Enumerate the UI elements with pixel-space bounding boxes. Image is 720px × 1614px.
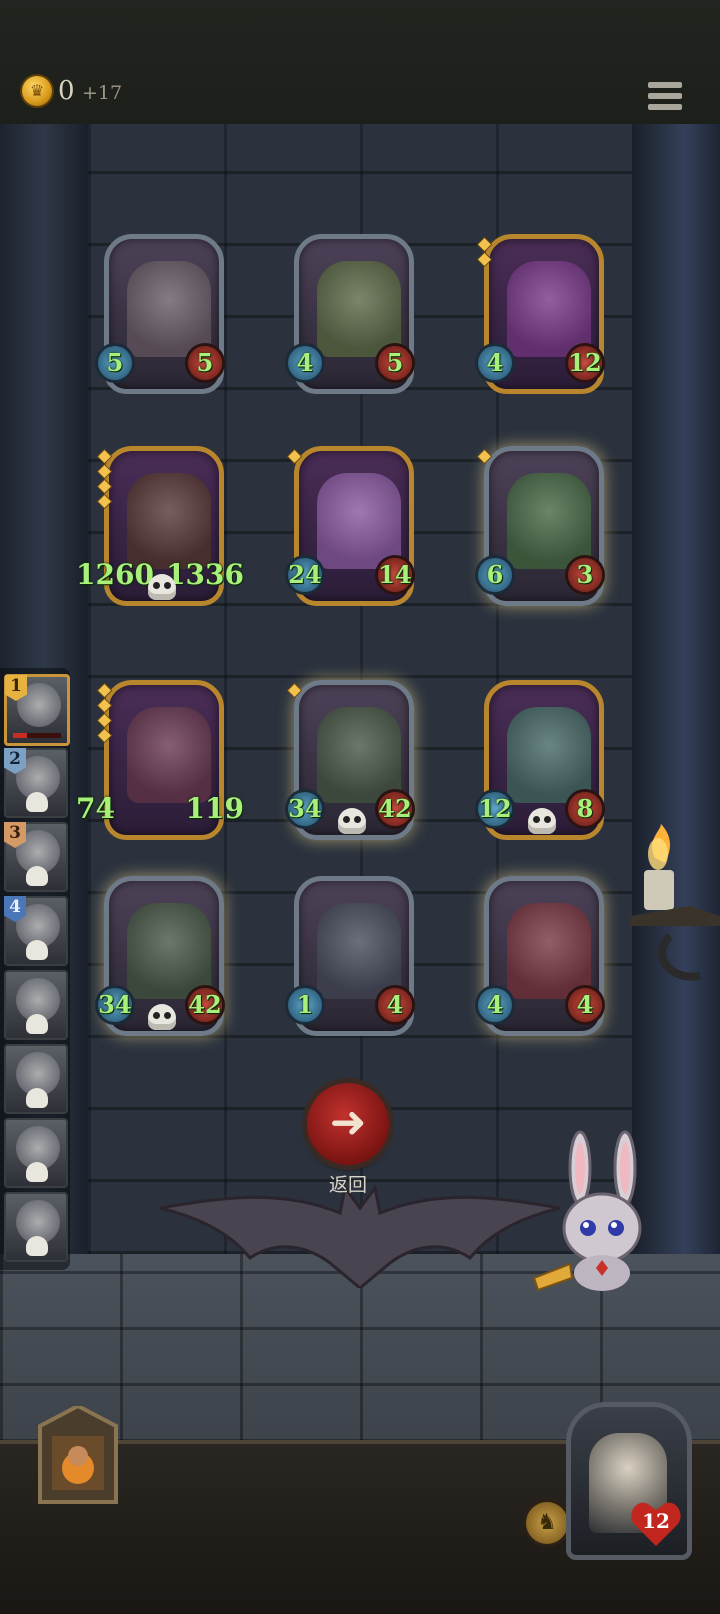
eliminated-skull-icon — [26, 1162, 48, 1182]
minion-card-elf-sorceress[interactable]: 4 12 — [478, 234, 604, 394]
eliminated-skull-icon — [26, 1014, 48, 1034]
gold-gain: +17 — [82, 82, 123, 104]
right-pillar — [632, 124, 720, 1254]
ranking-item[interactable]: 4 — [4, 896, 68, 966]
card-attack: 1260 — [76, 558, 154, 591]
jester-clown-portrait-icon — [507, 903, 591, 999]
tier-gems-icon — [288, 684, 301, 701]
player-ranking-panel: 1234 — [0, 668, 70, 1270]
tier-gems-icon — [288, 450, 301, 467]
left-arrow-icon: ➜ — [329, 1097, 367, 1148]
sleeping-doll-portrait-icon — [317, 473, 401, 569]
card-health: 14 — [378, 558, 412, 592]
back-button[interactable]: ➜ — [307, 1083, 389, 1165]
elf-sorceress-portrait-icon — [507, 261, 591, 357]
card-health: 4 — [568, 988, 602, 1022]
ranking-item[interactable]: 3 — [4, 822, 68, 892]
eliminated-skull-icon — [26, 792, 48, 812]
minion-card-jester-clown[interactable]: 44 — [478, 876, 604, 1036]
eliminated-skull-icon — [26, 866, 48, 886]
iron-helm-brute-2-portrait-icon — [127, 903, 211, 999]
tier-gems-icon — [98, 684, 111, 746]
eliminated-skull-icon — [26, 1088, 48, 1108]
minion-card-green-parrot[interactable]: 63 — [478, 446, 604, 606]
ranking-item[interactable] — [4, 1118, 68, 1188]
minion-card-flame-boar[interactable]: 1260 1336 — [76, 446, 244, 606]
eliminated-skull-icon — [26, 940, 48, 960]
turnip-ghoul-portrait-icon — [317, 261, 401, 357]
card-attack: 4 — [288, 346, 322, 380]
ranking-item[interactable]: 1 — [4, 674, 70, 746]
card-health: 1336 — [166, 558, 244, 591]
card-health: 5 — [188, 346, 222, 380]
crown-coin-icon: ♛ — [22, 76, 52, 106]
tier-gems-icon — [478, 450, 491, 467]
card-health: 42 — [378, 792, 412, 826]
card-health: 8 — [568, 792, 602, 826]
card-attack: 34 — [288, 792, 322, 826]
card-health: 119 — [185, 792, 244, 825]
skull-icon — [148, 574, 176, 600]
card-attack: 6 — [478, 558, 512, 592]
ranking-item[interactable] — [4, 970, 68, 1040]
minion-card-sleeping-doll[interactable]: 24 14 — [288, 446, 414, 606]
card-attack: 5 — [98, 346, 132, 380]
top-bar — [0, 0, 720, 126]
tier-gems-icon — [478, 238, 491, 270]
skull-icon — [148, 1004, 176, 1030]
minion-card-rabbit-mask-bandit[interactable]: 55 — [98, 234, 224, 394]
card-attack: 74 — [76, 792, 115, 825]
minion-card-grey-rat[interactable]: 14 — [288, 876, 414, 1036]
minion-card-rocket-wreck[interactable]: 74 119 — [76, 680, 244, 840]
tavern-shop-icon[interactable] — [30, 1406, 126, 1506]
card-attack: 24 — [288, 558, 322, 592]
rabbit-mask-bandit-portrait-icon — [127, 261, 211, 357]
wall-torch-icon — [630, 823, 720, 981]
card-health: 42 — [188, 988, 222, 1022]
card-attack: 34 — [98, 988, 132, 1022]
minion-card-stitched-bunny[interactable]: 12 8 — [478, 680, 604, 840]
bell-coin-icon[interactable]: ♞ — [526, 1502, 568, 1544]
eliminated-skull-icon — [26, 1236, 48, 1256]
card-health: 3 — [568, 558, 602, 592]
card-health: 5 — [378, 346, 412, 380]
iron-helm-brute-portrait-icon — [317, 707, 401, 803]
skull-icon — [528, 808, 556, 834]
card-attack: 4 — [478, 988, 512, 1022]
hamburger-menu-icon[interactable] — [648, 82, 682, 116]
hero-portrait[interactable] — [566, 1402, 692, 1560]
tier-gems-icon — [98, 450, 111, 512]
skull-icon — [338, 808, 366, 834]
card-attack: 12 — [478, 792, 512, 826]
stitched-bunny-portrait-icon — [507, 707, 591, 803]
green-parrot-portrait-icon — [507, 473, 591, 569]
card-attack: 1 — [288, 988, 322, 1022]
card-health: 4 — [378, 988, 412, 1022]
ranking-item[interactable] — [4, 1192, 68, 1262]
rocket-wreck-portrait-icon — [127, 707, 211, 803]
ranking-item[interactable] — [4, 1044, 68, 1114]
rabbit-mascot-icon — [532, 1130, 642, 1292]
flame-boar-portrait-icon — [127, 473, 211, 569]
back-label: 返回 — [328, 1174, 367, 1196]
card-health: 12 — [568, 346, 602, 380]
gold-value: 0 — [58, 76, 75, 106]
grey-rat-portrait-icon — [317, 903, 401, 999]
minion-card-iron-helm-brute[interactable]: 34 42 — [288, 680, 414, 840]
minion-card-turnip-ghoul[interactable]: 45 — [288, 234, 414, 394]
ranking-item[interactable]: 2 — [4, 748, 68, 818]
card-attack: 4 — [478, 346, 512, 380]
health-bar — [13, 733, 61, 738]
minion-card-iron-helm-brute-2[interactable]: 34 42 — [98, 876, 224, 1036]
